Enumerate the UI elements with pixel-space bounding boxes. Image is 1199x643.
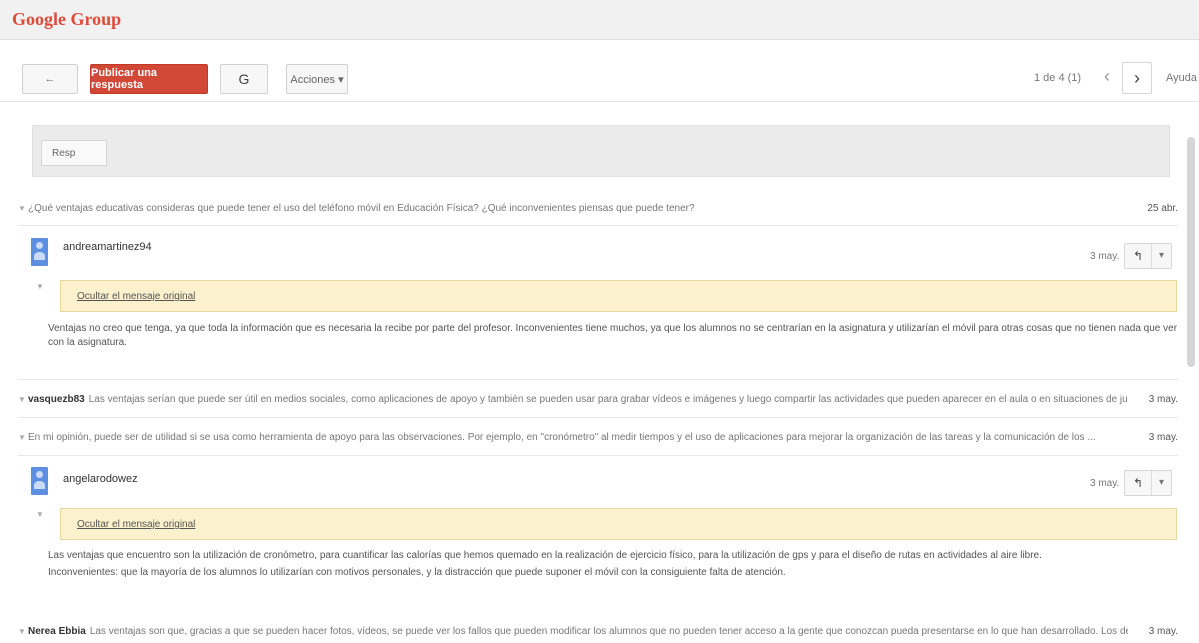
row-snippet: ¿Qué ventajas educativas consideras que … xyxy=(28,202,695,214)
row-snippet: Las ventajas son que, gracias a que se p… xyxy=(89,625,1128,637)
divider xyxy=(18,455,1178,456)
row-date: 25 abr. xyxy=(1147,202,1178,214)
message-date: 3 may. xyxy=(1090,478,1120,489)
scrollbar[interactable] xyxy=(1187,137,1195,367)
message-date: 3 may. xyxy=(1090,251,1120,262)
row-author: vasquezb83 xyxy=(28,393,85,405)
collapse-triangle-icon[interactable]: ▼ xyxy=(18,204,28,213)
message-body: Ventajas no creo que tenga, ya que toda … xyxy=(48,323,1178,348)
collapse-triangle-icon[interactable]: ▼ xyxy=(18,395,28,404)
message-actions: ↰ ▾ xyxy=(1124,470,1172,496)
hide-quote-link[interactable]: Ocultar el mensaje original xyxy=(77,291,195,302)
thread-row[interactable]: ▼ ¿Qué ventajas educativas consideras qu… xyxy=(18,197,1178,219)
row-date: 3 may. xyxy=(1148,393,1178,405)
g-button[interactable]: G xyxy=(220,64,268,94)
next-icon[interactable]: › xyxy=(1122,62,1152,94)
reply-icon[interactable]: ↰ xyxy=(1125,249,1151,263)
row-snippet: Las ventajas serían que puede ser útil e… xyxy=(88,393,1128,405)
message-author[interactable]: andreamartinez94 xyxy=(63,241,152,253)
avatar[interactable] xyxy=(31,238,48,266)
message-author[interactable]: angelarodowez xyxy=(63,473,138,485)
help-link[interactable]: Ayuda xyxy=(1166,72,1197,84)
row-snippet: En mi opinión, puede ser de utilidad si … xyxy=(28,431,1096,443)
expand-triangle-icon[interactable]: ▼ xyxy=(36,282,44,291)
app-header: Google Group xyxy=(0,0,1199,40)
avatar[interactable] xyxy=(31,467,48,495)
app-brand[interactable]: Google Group xyxy=(12,9,121,30)
more-icon[interactable]: ▾ xyxy=(1151,471,1171,495)
thread-row[interactable]: ▼ En mi opinión, puede ser de utilidad s… xyxy=(18,426,1178,448)
row-author: Nerea Ebbia xyxy=(28,625,86,637)
divider xyxy=(18,379,1178,380)
collapse-triangle-icon[interactable]: ▼ xyxy=(18,627,28,636)
divider xyxy=(18,225,1178,226)
message-body-line: Inconvenientes: que la mayoría de los al… xyxy=(48,567,786,578)
expand-triangle-icon[interactable]: ▼ xyxy=(36,510,44,519)
thread-row[interactable]: ▼ vasquezb83 Las ventajas serían que pue… xyxy=(18,388,1178,410)
quote-box: Ocultar el mensaje original xyxy=(60,280,1177,312)
post-reply-button[interactable]: Publicar una respuesta xyxy=(90,64,208,94)
pagination-range: 1 de 4 (1) xyxy=(1034,72,1082,84)
row-date: 3 may. xyxy=(1148,625,1178,637)
reply-box: Resp xyxy=(32,125,1170,177)
hide-quote-link[interactable]: Ocultar el mensaje original xyxy=(77,519,195,530)
divider xyxy=(18,417,1178,418)
prev-icon[interactable]: ‹ xyxy=(1104,66,1110,87)
toolbar: ← Publicar una respuesta G Acciones ▾ 1 … xyxy=(0,40,1199,102)
back-button[interactable]: ← xyxy=(22,64,78,94)
thread-row[interactable]: ▼ Nerea Ebbia Las ventajas son que, grac… xyxy=(18,620,1178,642)
row-date: 3 may. xyxy=(1148,431,1178,443)
message-body-line: Las ventajas que encuentro son la utiliz… xyxy=(48,550,1042,561)
more-icon[interactable]: ▾ xyxy=(1151,244,1171,268)
reply-input-button[interactable]: Resp xyxy=(41,140,107,166)
reply-icon[interactable]: ↰ xyxy=(1125,476,1151,490)
collapse-triangle-icon[interactable]: ▼ xyxy=(18,433,28,442)
actions-dropdown[interactable]: Acciones ▾ xyxy=(286,64,348,94)
message-actions: ↰ ▾ xyxy=(1124,243,1172,269)
quote-box: Ocultar el mensaje original xyxy=(60,508,1177,540)
